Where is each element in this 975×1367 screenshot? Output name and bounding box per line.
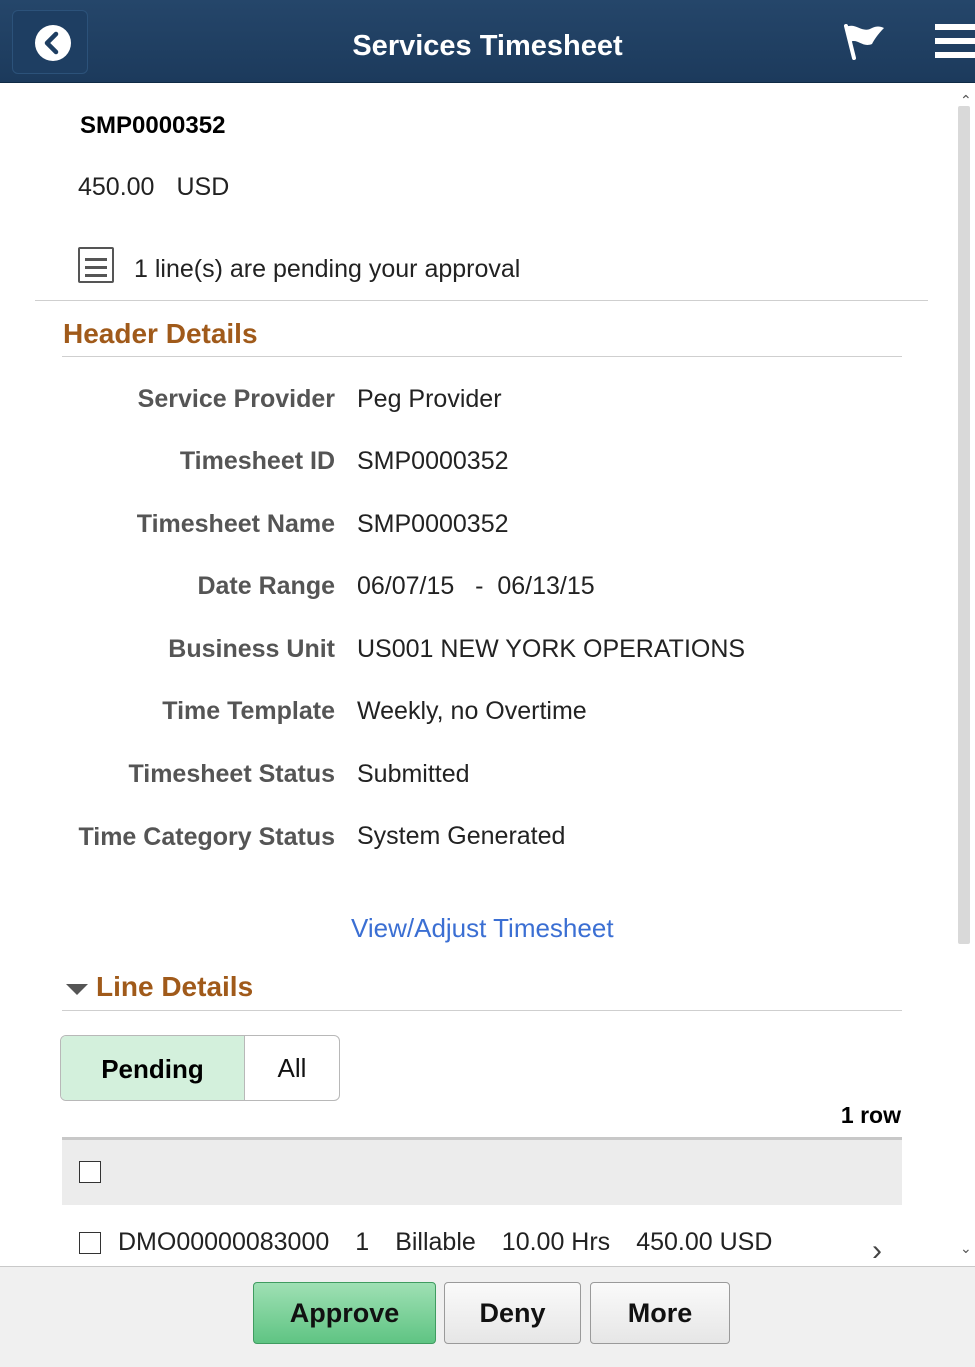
back-button[interactable] (12, 10, 88, 74)
tab-pending[interactable]: Pending (61, 1036, 245, 1100)
line-hours: 10.00 Hrs (501, 1228, 611, 1256)
timesheet-id-label: Timesheet ID (179, 447, 335, 475)
row-count: 1 row (840, 1102, 901, 1128)
timesheet-status-label: Timesheet Status (128, 760, 335, 788)
hamburger-menu-icon[interactable] (935, 22, 975, 62)
tab-all[interactable]: All (245, 1036, 339, 1100)
time-template-value: Weekly, no Overtime (357, 697, 587, 725)
timesheet-id-value: SMP0000352 (357, 447, 509, 475)
date-range-label: Date Range (197, 572, 335, 600)
pending-approval-text: 1 line(s) are pending your approval (134, 255, 521, 283)
page-title: Services Timesheet (352, 30, 623, 62)
pending-lines-icon (78, 247, 114, 283)
header-details-title: Header Details (63, 318, 258, 349)
table-row-text: DMO00000083000 1 Billable 10.00 Hrs 450.00 U… (118, 1228, 798, 1257)
header-bar: Services Timesheet (0, 0, 975, 83)
scrollbar-thumb[interactable] (958, 106, 970, 944)
collapse-triangle-icon[interactable] (66, 984, 88, 995)
line-amount: 450.00 USD (636, 1228, 773, 1256)
scroll-up-icon[interactable]: ⌃ (960, 92, 972, 109)
scroll-down-icon[interactable]: ⌄ (960, 1240, 972, 1257)
business-unit-label: Business Unit (168, 635, 335, 663)
flag-icon[interactable] (840, 22, 888, 62)
divider (62, 356, 902, 357)
timesheet-name-label: Timesheet Name (136, 510, 335, 538)
deny-button[interactable]: Deny (444, 1282, 581, 1344)
service-provider-label: Service Provider (137, 385, 335, 413)
row-checkbox[interactable] (79, 1232, 101, 1254)
time-template-label: Time Template (162, 697, 335, 725)
amount-value: 450.00 (78, 173, 155, 201)
timesheet-id-title: SMP0000352 (80, 112, 226, 139)
more-button[interactable]: More (590, 1282, 730, 1344)
line-id: DMO00000083000 (118, 1228, 330, 1256)
line-filter-segmented-control: Pending All (60, 1035, 340, 1101)
service-provider-value: Peg Provider (357, 385, 502, 413)
business-unit-value: US001 NEW YORK OPERATIONS (357, 635, 746, 663)
time-category-status-label: Time Category Status (78, 823, 335, 851)
time-category-status-value: System Generated (357, 822, 566, 850)
view-adjust-timesheet-link[interactable]: View/Adjust Timesheet (351, 913, 614, 944)
date-range-value: 06/07/15 - 06/13/15 (357, 572, 595, 600)
timesheet-name-value: SMP0000352 (357, 510, 509, 538)
select-all-checkbox[interactable] (79, 1161, 101, 1183)
grid-header (62, 1137, 902, 1205)
chevron-right-icon[interactable]: › (872, 1234, 882, 1268)
approve-button[interactable]: Approve (253, 1282, 436, 1344)
timesheet-status-value: Submitted (357, 760, 470, 788)
total-amount: 450.00 USD (78, 173, 229, 202)
divider (35, 300, 928, 301)
line-type: Billable (395, 1228, 476, 1256)
divider (62, 1010, 902, 1011)
back-arrow-icon (35, 25, 71, 61)
line-details-title[interactable]: Line Details (96, 971, 253, 1003)
amount-currency: USD (176, 173, 230, 201)
line-number: 1 (355, 1228, 370, 1256)
